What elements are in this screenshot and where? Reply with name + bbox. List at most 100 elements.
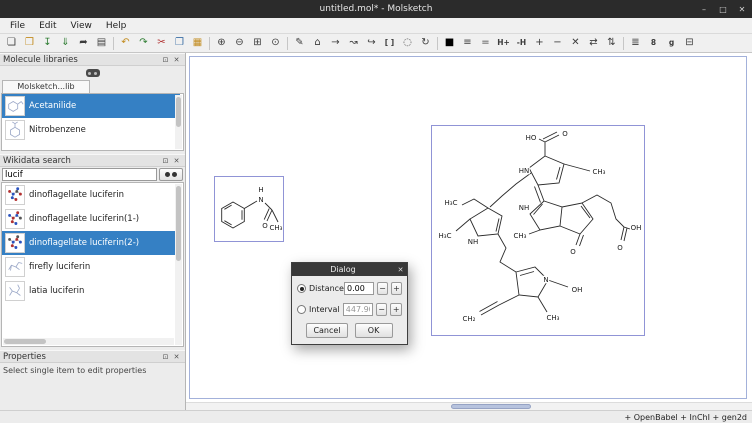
interval-row: Interval − + [292,301,407,318]
zoom-original-icon[interactable]: ⊙ [267,35,284,51]
menu-view[interactable]: View [64,21,99,31]
result-item[interactable]: firefly luciferin [2,255,180,279]
copy-icon[interactable]: ❐ [171,35,188,51]
redo-icon[interactable]: ↷ [135,35,152,51]
cancel-button[interactable]: Cancel [306,323,347,338]
double-bond-icon[interactable]: = [477,35,494,51]
close-button[interactable]: ✕ [737,5,747,14]
dialog-titlebar[interactable]: Dialog ✕ [292,263,407,276]
distance-input[interactable] [344,282,374,295]
zoom-out-icon[interactable]: ⊖ [231,35,248,51]
library-settings-icon[interactable] [86,69,100,77]
ring-template-icon[interactable]: ⌂ [309,35,326,51]
save-as-icon[interactable]: ⇓ [57,35,74,51]
cut-icon[interactable]: ✂ [153,35,170,51]
delete-icon[interactable]: ✕ [567,35,584,51]
molecule-luciferin[interactable]: HO O CH₃ HN NH H₃C H₃C NH CH₃ O OH O N O… [431,125,645,336]
new-file-icon[interactable]: ❏ [3,35,20,51]
mechanism-arrow-icon[interactable]: ↝ [345,35,362,51]
number-tool-icon[interactable]: 8 [645,35,662,51]
charge-plus-icon[interactable]: + [531,35,548,51]
interval-input[interactable] [343,303,373,316]
close-panel-icon[interactable]: ✕ [171,353,182,361]
ok-button[interactable]: OK [355,323,393,338]
library-list-scrollbar[interactable] [175,95,182,149]
library-item-acetanilide[interactable]: Acetanilide [2,94,180,118]
close-panel-icon[interactable]: ✕ [171,157,182,165]
drawing-canvas[interactable]: H N O CH₃ [186,53,752,410]
molecule-libraries-header[interactable]: Molecule libraries ⊡ ✕ [0,53,185,66]
curved-arrow-icon[interactable]: ↪ [363,35,380,51]
close-panel-icon[interactable]: ✕ [171,56,182,64]
dialog-buttons: Cancel OK [292,323,407,338]
open-file-icon[interactable]: ❒ [21,35,38,51]
tab-molsketch-lib[interactable]: Molsketch...lib [2,80,90,93]
atom-label: CH₃ [547,314,560,322]
bracket-tool-icon[interactable]: [ ] [381,35,398,51]
menu-help[interactable]: Help [99,21,134,31]
hydrogen-remove-icon[interactable]: -H [513,35,530,51]
atom-label: O [562,130,568,138]
result-item-selected[interactable]: dinoflagellate luciferin(2-) [2,231,180,255]
distance-increment-button[interactable]: + [391,282,402,295]
charge-minus-icon[interactable]: − [549,35,566,51]
atom-label: N [258,196,263,204]
export-icon[interactable]: ➦ [75,35,92,51]
float-panel-icon[interactable]: ⊡ [160,56,171,64]
interval-increment-button[interactable]: + [390,303,402,316]
zoom-fit-icon[interactable]: ⊞ [249,35,266,51]
scrollbar-handle[interactable] [176,97,181,127]
interval-radio[interactable] [297,305,306,314]
distance-radio[interactable] [297,284,306,293]
results-list-scrollbar[interactable] [175,184,182,345]
distance-decrement-button[interactable]: − [377,282,388,295]
result-item-label: dinoflagellate luciferin(2-) [29,238,139,248]
result-item[interactable]: latia luciferin [2,279,180,303]
result-item-label: dinoflagellate luciferin [29,190,124,200]
result-item[interactable]: dinoflagellate luciferin(1-) [2,207,180,231]
print-icon[interactable]: ▤ [93,35,110,51]
menu-edit[interactable]: Edit [32,21,63,31]
lasso-icon[interactable]: ◌ [399,35,416,51]
library-item-label: Nitrobenzene [29,125,86,135]
canvas-horizontal-scrollbar[interactable] [186,402,752,410]
scrollbar-handle[interactable] [4,339,46,344]
interval-decrement-button[interactable]: − [376,303,388,316]
undo-icon[interactable]: ↶ [117,35,134,51]
library-item-nitrobenzene[interactable]: Nitrobenzene [2,118,180,142]
titlebar[interactable]: untitled.mol* - Molsketch – □ ✕ [0,0,752,18]
flip-horizontal-icon[interactable]: ⇄ [585,35,602,51]
reaction-arrow-icon[interactable]: → [327,35,344,51]
grid-icon[interactable]: ⊟ [681,35,698,51]
zoom-in-icon[interactable]: ⊕ [213,35,230,51]
wikidata-search-header[interactable]: Wikidata search ⊡ ✕ [0,154,185,167]
result-item[interactable]: dinoflagellate luciferin [2,183,180,207]
save-icon[interactable]: ↧ [39,35,56,51]
distance-label: Distance [309,284,341,293]
color-swatch-icon[interactable]: ■ [441,35,458,51]
dialog-title: Dialog [292,265,394,274]
paste-icon[interactable]: ▦ [189,35,206,51]
dialog-close-icon[interactable]: ✕ [394,266,407,274]
gen2d-icon[interactable]: g [663,35,680,51]
flip-vertical-icon[interactable]: ⇅ [603,35,620,51]
float-panel-icon[interactable]: ⊡ [160,157,171,165]
scrollbar-handle[interactable] [176,186,181,261]
wikidata-search-input[interactable] [2,168,157,181]
align-icon[interactable]: ≣ [627,35,644,51]
scrollbar-handle[interactable] [451,404,531,409]
wikidata-search-button[interactable] [159,168,183,181]
library-toolbar [0,66,185,80]
rotate-icon[interactable]: ↻ [417,35,434,51]
molecule-acetanilide[interactable]: H N O CH₃ [214,176,284,242]
hydrogen-add-icon[interactable]: H+ [495,35,512,51]
draw-tool-icon[interactable]: ✎ [291,35,308,51]
float-panel-icon[interactable]: ⊡ [160,353,171,361]
maximize-button[interactable]: □ [718,5,728,14]
properties-header[interactable]: Properties ⊡ ✕ [0,350,185,363]
menu-file[interactable]: File [3,21,32,31]
minimize-button[interactable]: – [699,5,709,14]
bond-order-icon[interactable]: ≡ [459,35,476,51]
results-horizontal-scrollbar[interactable] [3,338,174,345]
atom-label: HN [519,167,530,175]
